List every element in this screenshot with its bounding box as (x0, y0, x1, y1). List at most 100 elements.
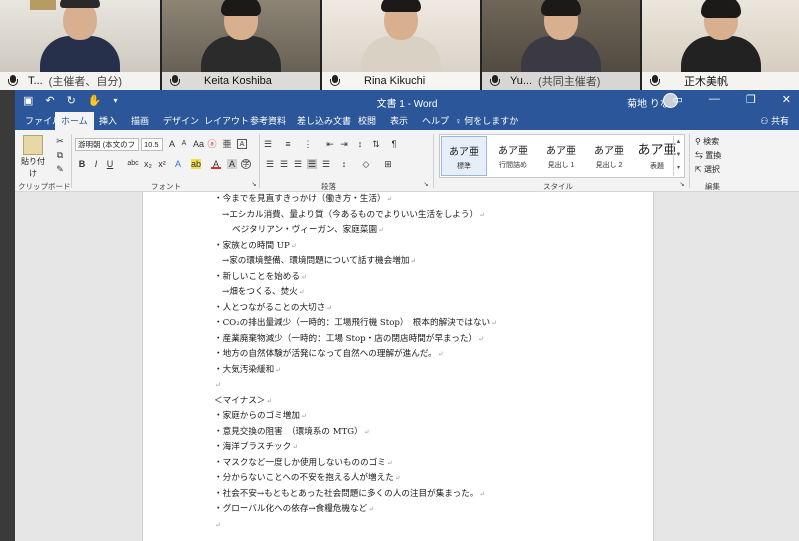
document-line[interactable]: ↵ (214, 378, 497, 394)
numbering-icon[interactable]: ≡ (283, 139, 293, 149)
line-spacing-icon[interactable]: ↕ (339, 159, 349, 169)
shrink-font-icon[interactable]: A (179, 139, 189, 149)
font-dialog-launcher-icon[interactable]: ↘ (249, 180, 259, 190)
style-no-spacing[interactable]: あア亜 行間詰め (490, 136, 536, 176)
select-icon: ⇱ (695, 165, 704, 174)
character-shading-icon[interactable]: A (227, 159, 237, 169)
phonetic-guide-icon[interactable]: 亜 (222, 139, 232, 149)
document-line[interactable]: ・マスクなど一度しか使用しないもののゴミ↵ (214, 456, 497, 472)
enclosed-char-icon[interactable]: 字 (241, 159, 251, 169)
style-heading-2[interactable]: あア亜 見出し 2 (586, 136, 632, 176)
document-line[interactable]: ・意見交換の阻害 （環境系の MTG）↵ (214, 425, 497, 441)
style-heading-1[interactable]: あア亜 見出し 1 (538, 136, 584, 176)
justify-icon[interactable]: ☰ (307, 159, 317, 169)
participant-tile[interactable]: Rina Kikuchi (322, 0, 482, 90)
distributed-icon[interactable]: ☰ (321, 159, 331, 169)
font-size-select[interactable]: 10.5 (141, 138, 163, 151)
increase-indent-icon[interactable]: ⇥ (339, 139, 349, 149)
format-painter-icon[interactable]: ✎ (55, 164, 65, 174)
change-case-icon[interactable]: Aa (193, 139, 204, 149)
style-name: 標準 (457, 163, 471, 170)
style-normal[interactable]: あア亜 標準 (441, 136, 487, 176)
document-line[interactable]: ・産業廃棄物減少（一時的：工場 Stop・店の閉店時間が早まった）↵ (214, 332, 497, 348)
minimize-icon[interactable]: — (709, 93, 720, 106)
bullets-icon[interactable]: ☰ (263, 139, 273, 149)
document-line[interactable]: ・家庭からのゴミ増加↵ (214, 409, 497, 425)
document-line[interactable]: →家の環境整備、環境問題について話す機会増加↵ (214, 254, 497, 270)
document-line[interactable]: ・グローバル化への依存→食糧危機など↵ (214, 502, 497, 518)
highlight-color-icon[interactable]: ab (191, 159, 201, 169)
enclose-characters-icon[interactable]: A (237, 139, 247, 149)
document-line[interactable]: ・分からないことへの不安を抱える人が増えた↵ (214, 471, 497, 487)
tab-home[interactable]: ホーム (55, 112, 94, 130)
document-line[interactable]: ・海洋プラスチック↵ (214, 440, 497, 456)
superscript-icon[interactable]: x² (157, 159, 167, 169)
tab-insert[interactable]: 挿入 (93, 112, 123, 130)
document-line[interactable]: ・地方の自然体験が活発になって自然への理解が進んだ。↵ (214, 347, 497, 363)
participant-video (361, 0, 441, 72)
font-name-select[interactable]: 游明朝 (本文のフ (75, 138, 139, 151)
align-center-icon[interactable]: ☰ (279, 159, 289, 169)
text-direction-icon[interactable]: ↕ (355, 139, 365, 149)
align-left-icon[interactable]: ☰ (265, 159, 275, 169)
cut-icon[interactable]: ✂ (55, 136, 65, 146)
line-text: ・大気汚染緩和 (214, 364, 275, 375)
clear-formatting-icon[interactable]: ⓐ (207, 139, 217, 149)
close-icon[interactable]: ✕ (782, 93, 791, 106)
share-button[interactable]: ⚇ 共有 (760, 112, 789, 130)
subscript-icon[interactable]: x₂ (143, 159, 153, 169)
document-page[interactable]: ・今までを見直すきっかけ（働き方・生活）↵ →エシカル消費、量より質（今あるもので… (142, 192, 654, 541)
document-line[interactable]: ＜マイナス＞↵ (214, 394, 497, 410)
borders-icon[interactable]: ⊞ (383, 159, 393, 169)
find-button[interactable]: ⚲ 検索 (695, 136, 719, 147)
tab-references[interactable]: 参考資料 (244, 112, 292, 130)
document-line[interactable]: ベジタリアン・ヴィーガン、家庭菜園↵ (214, 223, 497, 239)
participant-tile[interactable]: 正木美帆 (642, 0, 799, 90)
document-line[interactable]: →畑をつくる、焚火↵ (214, 285, 497, 301)
document-line[interactable]: ・社会不安→もともとあった社会問題に多くの人の注目が集まった。↵ (214, 487, 497, 503)
participant-tile[interactable]: Yu... (共同主催者) (482, 0, 642, 90)
paragraph-mark-icon: ↵ (292, 443, 299, 451)
tell-me-box[interactable]: ♀ 何をしますか (449, 112, 524, 130)
styles-dialog-launcher-icon[interactable]: ↘ (677, 180, 687, 190)
tab-draw[interactable]: 描画 (125, 112, 155, 130)
text-effects-icon[interactable]: A (173, 159, 183, 169)
document-line[interactable]: ・新しいことを始める↵ (214, 270, 497, 286)
participant-tile[interactable]: T... (主催者、自分) (0, 0, 162, 90)
document-line[interactable]: →エシカル消費、量より質（今あるものでよりいい生活をしよう）↵ (214, 208, 497, 224)
document-line[interactable]: ↵ (214, 518, 497, 534)
align-right-icon[interactable]: ☰ (293, 159, 303, 169)
select-button[interactable]: ⇱ 選択 (695, 164, 720, 175)
grow-font-icon[interactable]: A (167, 139, 177, 149)
tab-mailings[interactable]: 差し込み文書 (291, 112, 357, 130)
shading-icon[interactable]: ◇ (361, 159, 371, 169)
paste-button[interactable]: 貼り付け (19, 156, 47, 178)
tab-view[interactable]: 表示 (384, 112, 414, 130)
ribbon-display-options-icon[interactable]: ▭ (673, 93, 683, 106)
document-line[interactable]: ・CO₂の排出量減少（一時的：工場飛行機 Stop） 根本的解決ではない↵ (214, 316, 497, 332)
bold-icon[interactable]: B (77, 159, 87, 169)
restore-icon[interactable]: ❐ (746, 93, 756, 106)
font-color-icon[interactable]: A (211, 159, 221, 169)
document-line[interactable]: ・人とつながることの大切さ↵ (214, 301, 497, 317)
replace-label: 置換 (705, 151, 722, 160)
paste-icon[interactable] (23, 135, 43, 155)
show-paragraph-marks-icon[interactable]: ¶ (389, 139, 399, 149)
tab-review[interactable]: 校閲 (352, 112, 382, 130)
replace-button[interactable]: ⇆ 置換 (695, 150, 721, 161)
paragraph-dialog-launcher-icon[interactable]: ↘ (421, 180, 431, 190)
document-line[interactable]: ・家族との時間 UP↵ (214, 239, 497, 255)
participant-tile[interactable]: Keita Koshiba (162, 0, 322, 90)
multilevel-list-icon[interactable]: ⋮ (303, 139, 313, 149)
document-line[interactable]: ・大気汚染緩和↵ (214, 363, 497, 379)
document-line[interactable]: ・今までを見直すきっかけ（働き方・生活）↵ (214, 192, 497, 208)
styles-scroll[interactable]: ▲ ▼ ▾ (673, 136, 683, 176)
copy-icon[interactable]: ⧉ (55, 150, 65, 160)
strikethrough-icon[interactable]: abc (125, 159, 141, 169)
document-body[interactable]: ・今までを見直すきっかけ（働き方・生活）↵ →エシカル消費、量より質（今あるもので… (214, 192, 497, 533)
microphone-icon (650, 75, 660, 87)
decrease-indent-icon[interactable]: ⇤ (325, 139, 335, 149)
sort-icon[interactable]: ⇅ (371, 139, 381, 149)
underline-icon[interactable]: U (105, 159, 115, 169)
italic-icon[interactable]: I (91, 159, 101, 169)
